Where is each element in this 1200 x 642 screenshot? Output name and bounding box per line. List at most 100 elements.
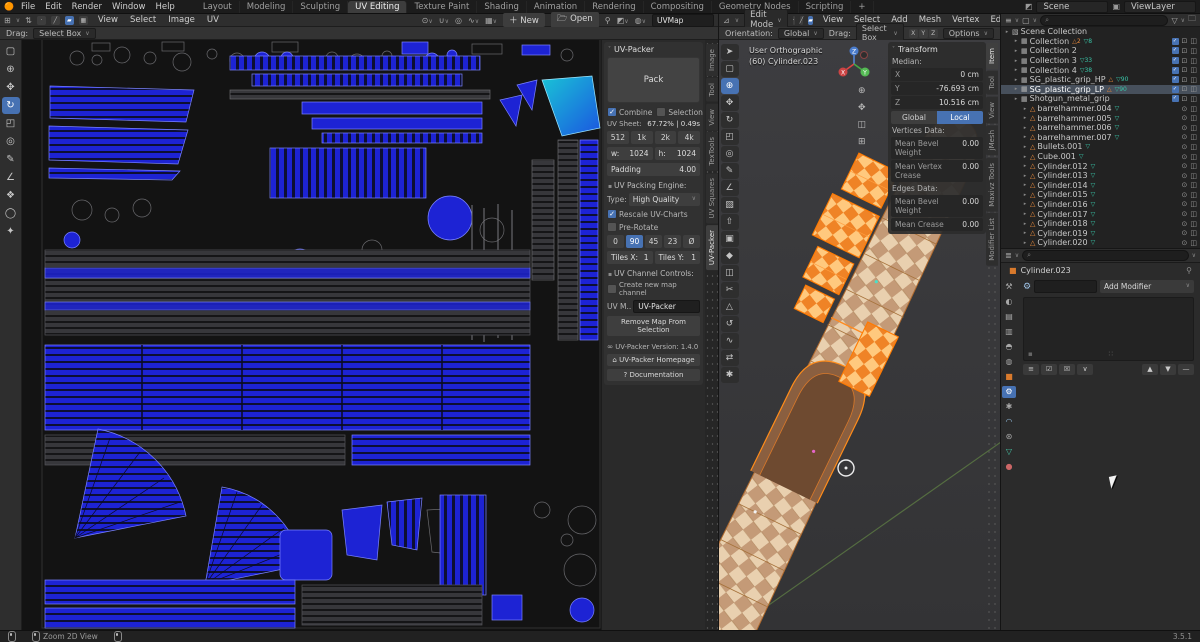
n-panel-tab-view[interactable]: View	[986, 96, 998, 124]
properties-tab-modifiers[interactable]: ⚙	[1002, 386, 1016, 398]
uv-menu-select[interactable]: Select	[125, 15, 161, 25]
tool-measure-icon[interactable]: ∠	[720, 180, 739, 196]
tool-transform-icon[interactable]: ◎	[2, 133, 20, 150]
tool-poly-build-icon[interactable]: △	[720, 299, 739, 315]
include-checkbox[interactable]: ✓	[1171, 47, 1179, 55]
outliner-search-input[interactable]: ⌕	[1040, 14, 1169, 26]
viewport-visibility-icon[interactable]: ⊡	[1182, 95, 1188, 103]
filter-icon[interactable]: ▽	[1171, 16, 1177, 25]
hide-eye-icon[interactable]: ⊙	[1182, 200, 1188, 208]
blender-logo-icon[interactable]: 🟠	[4, 2, 14, 11]
render-visibility-icon[interactable]: ◫	[1190, 239, 1197, 247]
edge-mode-button[interactable]: ╱	[799, 15, 804, 25]
vp-menu-mesh[interactable]: Mesh	[914, 15, 946, 25]
n-panel-tab-jmesh[interactable]: jMesh	[986, 125, 998, 156]
menu-edit[interactable]: Edit	[40, 2, 66, 12]
outliner-row[interactable]: ▸ ▦ Collection 3 ▽33 ✓ ⊡ ◫	[1001, 56, 1200, 66]
include-checkbox[interactable]: ✓	[1171, 37, 1179, 45]
editor-type-icon[interactable]: ⊿	[723, 16, 730, 25]
rotation-90-button[interactable]: 90	[626, 235, 643, 248]
edge-data-field-1[interactable]: Mean Crease 0.00	[891, 218, 983, 231]
render-visibility-icon[interactable]: ◫	[1190, 114, 1197, 122]
uv-menu-uv[interactable]: UV	[202, 15, 224, 25]
outliner-row[interactable]: ▸ △ barrelhammer.004 ▽ ⊙ ◫	[1001, 104, 1200, 114]
tool-annotate-icon[interactable]: ✎	[720, 163, 739, 179]
render-visibility-icon[interactable]: ◫	[1190, 57, 1197, 65]
delete-modifier-button[interactable]: ☒	[1059, 364, 1075, 375]
modifier-extras-button[interactable]: ≡	[1023, 364, 1039, 375]
include-checkbox[interactable]: ✓	[1171, 66, 1179, 74]
properties-tab-scene[interactable]: ◓	[1002, 341, 1016, 353]
hide-eye-icon[interactable]: ⊙	[1182, 181, 1188, 189]
uv-side-tab-view[interactable]: View	[705, 103, 718, 131]
menu-file[interactable]: File	[16, 2, 40, 12]
dropdown-button[interactable]: ∨	[1077, 364, 1093, 375]
hide-eye-icon[interactable]: ⊙	[1182, 153, 1188, 161]
uv-sync-icon[interactable]: ⇅	[25, 16, 32, 25]
render-visibility-icon[interactable]: ◫	[1190, 191, 1197, 199]
tiles-y-field[interactable]: Tiles Y: 1	[654, 251, 700, 264]
size-512-button[interactable]: 512	[607, 131, 629, 144]
median-z-field[interactable]: Z 10.516 cm	[891, 96, 983, 109]
n-panel-tab-tool[interactable]: Tool	[986, 70, 998, 95]
uv-canvas[interactable]	[22, 40, 601, 630]
uv-map-channel-field[interactable]: UV-Packer	[633, 300, 700, 313]
editor-type-icon[interactable]: ≣	[1005, 251, 1012, 260]
properties-tab-render[interactable]: ◐	[1002, 296, 1016, 308]
uv-select-edge-button[interactable]: ╱	[50, 15, 60, 25]
disclosure-icon[interactable]: ▸	[1013, 77, 1019, 83]
tool-move-icon[interactable]: ✥	[720, 95, 739, 111]
tool-knife-icon[interactable]: ✂	[720, 282, 739, 298]
scene-selector[interactable]: Scene	[1036, 0, 1109, 13]
workspace-tab-+[interactable]: +	[851, 0, 874, 13]
render-visibility-icon[interactable]: ◫	[1190, 200, 1197, 208]
create-channel-checkbox[interactable]	[607, 284, 617, 294]
size-1k-button[interactable]: 1k	[630, 131, 653, 144]
selection-checkbox[interactable]	[656, 107, 667, 117]
viewport-body[interactable]: ➤ ▢ ⊕ ✥ ↻ ◰ ◎ ✎ ∠ ▧ ⇧ ▣ ◆ ◫ ✂ △ ↺ ∿ ⇄ ✱ User Orthographic (…	[719, 40, 1000, 630]
workspace-tab-sculpting[interactable]: Sculpting	[293, 0, 349, 13]
render-visibility-icon[interactable]: ◫	[1190, 37, 1197, 45]
tool-scale-icon[interactable]: ◰	[720, 129, 739, 145]
edge-data-field-0[interactable]: Mean Bevel Weight 0.00	[891, 195, 983, 217]
breadcrumb-object-name[interactable]: Cylinder.023	[1021, 266, 1071, 275]
rotation-Ø-button[interactable]: Ø	[683, 235, 700, 248]
outliner-row[interactable]: ▸ △ Bullets.001 ▽ ⊙ ◫	[1001, 142, 1200, 152]
render-visibility-icon[interactable]: ◫	[1190, 210, 1197, 218]
properties-tab-tool[interactable]: ⚒	[1002, 281, 1016, 293]
disclosure-icon[interactable]: ▸	[1013, 48, 1019, 54]
hide-eye-icon[interactable]: ⊙	[1182, 229, 1188, 237]
menu-window[interactable]: Window	[107, 2, 151, 12]
outliner-row[interactable]: ▸ ▦ Shotgun_metal_grip ✓ ⊡ ◫	[1001, 94, 1200, 104]
render-visibility-icon[interactable]: ◫	[1190, 181, 1197, 189]
properties-tab-data[interactable]: ▽	[1002, 446, 1016, 458]
workspace-tab-scripting[interactable]: Scripting	[799, 0, 852, 13]
options-dropdown[interactable]: Options ∨	[942, 27, 994, 39]
uv-menu-image[interactable]: Image	[163, 15, 200, 25]
include-checkbox[interactable]: ✓	[1171, 95, 1179, 103]
modifier-search-field[interactable]	[1034, 280, 1097, 293]
outliner-row[interactable]: ▸ △ barrelhammer.006 ▽ ⊙ ◫	[1001, 123, 1200, 133]
mirror-y-toggle[interactable]: Y	[918, 28, 928, 38]
width-field[interactable]: w: 1024	[607, 147, 653, 160]
render-visibility-icon[interactable]: ◫	[1190, 66, 1197, 74]
hide-eye-icon[interactable]: ⊙	[1182, 239, 1188, 247]
uv-map-name-field[interactable]: UVMap	[652, 13, 714, 27]
pack-button[interactable]: Pack	[607, 57, 700, 103]
render-visibility-icon[interactable]: ◫	[1190, 47, 1197, 55]
disclosure-icon[interactable]: ▸	[1022, 221, 1028, 227]
prerotate-checkbox[interactable]	[607, 222, 617, 232]
tool-select-box-icon[interactable]: ▢	[720, 61, 739, 77]
outliner-row[interactable]: ▸ △ Cylinder.017 ▽ ⊙ ◫	[1001, 209, 1200, 219]
size-4k-button[interactable]: 4k	[678, 131, 700, 144]
properties-tab-output[interactable]: ▤	[1002, 311, 1016, 323]
disclosure-icon[interactable]: ▸	[1013, 38, 1019, 44]
disclosure-icon[interactable]: ▸	[1022, 115, 1028, 121]
proportional-edit-icon[interactable]: ◎	[455, 16, 462, 25]
filter-caret-icon[interactable]: ∨	[1192, 252, 1196, 259]
viewport-visibility-icon[interactable]: ⊡	[1182, 76, 1188, 84]
apply-modifier-button[interactable]: ☑	[1041, 364, 1057, 375]
outliner-row[interactable]: ▸ △ Cylinder.013 ▽ ⊙ ◫	[1001, 171, 1200, 181]
vp-menu-view[interactable]: View	[818, 15, 848, 25]
render-visibility-icon[interactable]: ◫	[1190, 124, 1197, 132]
